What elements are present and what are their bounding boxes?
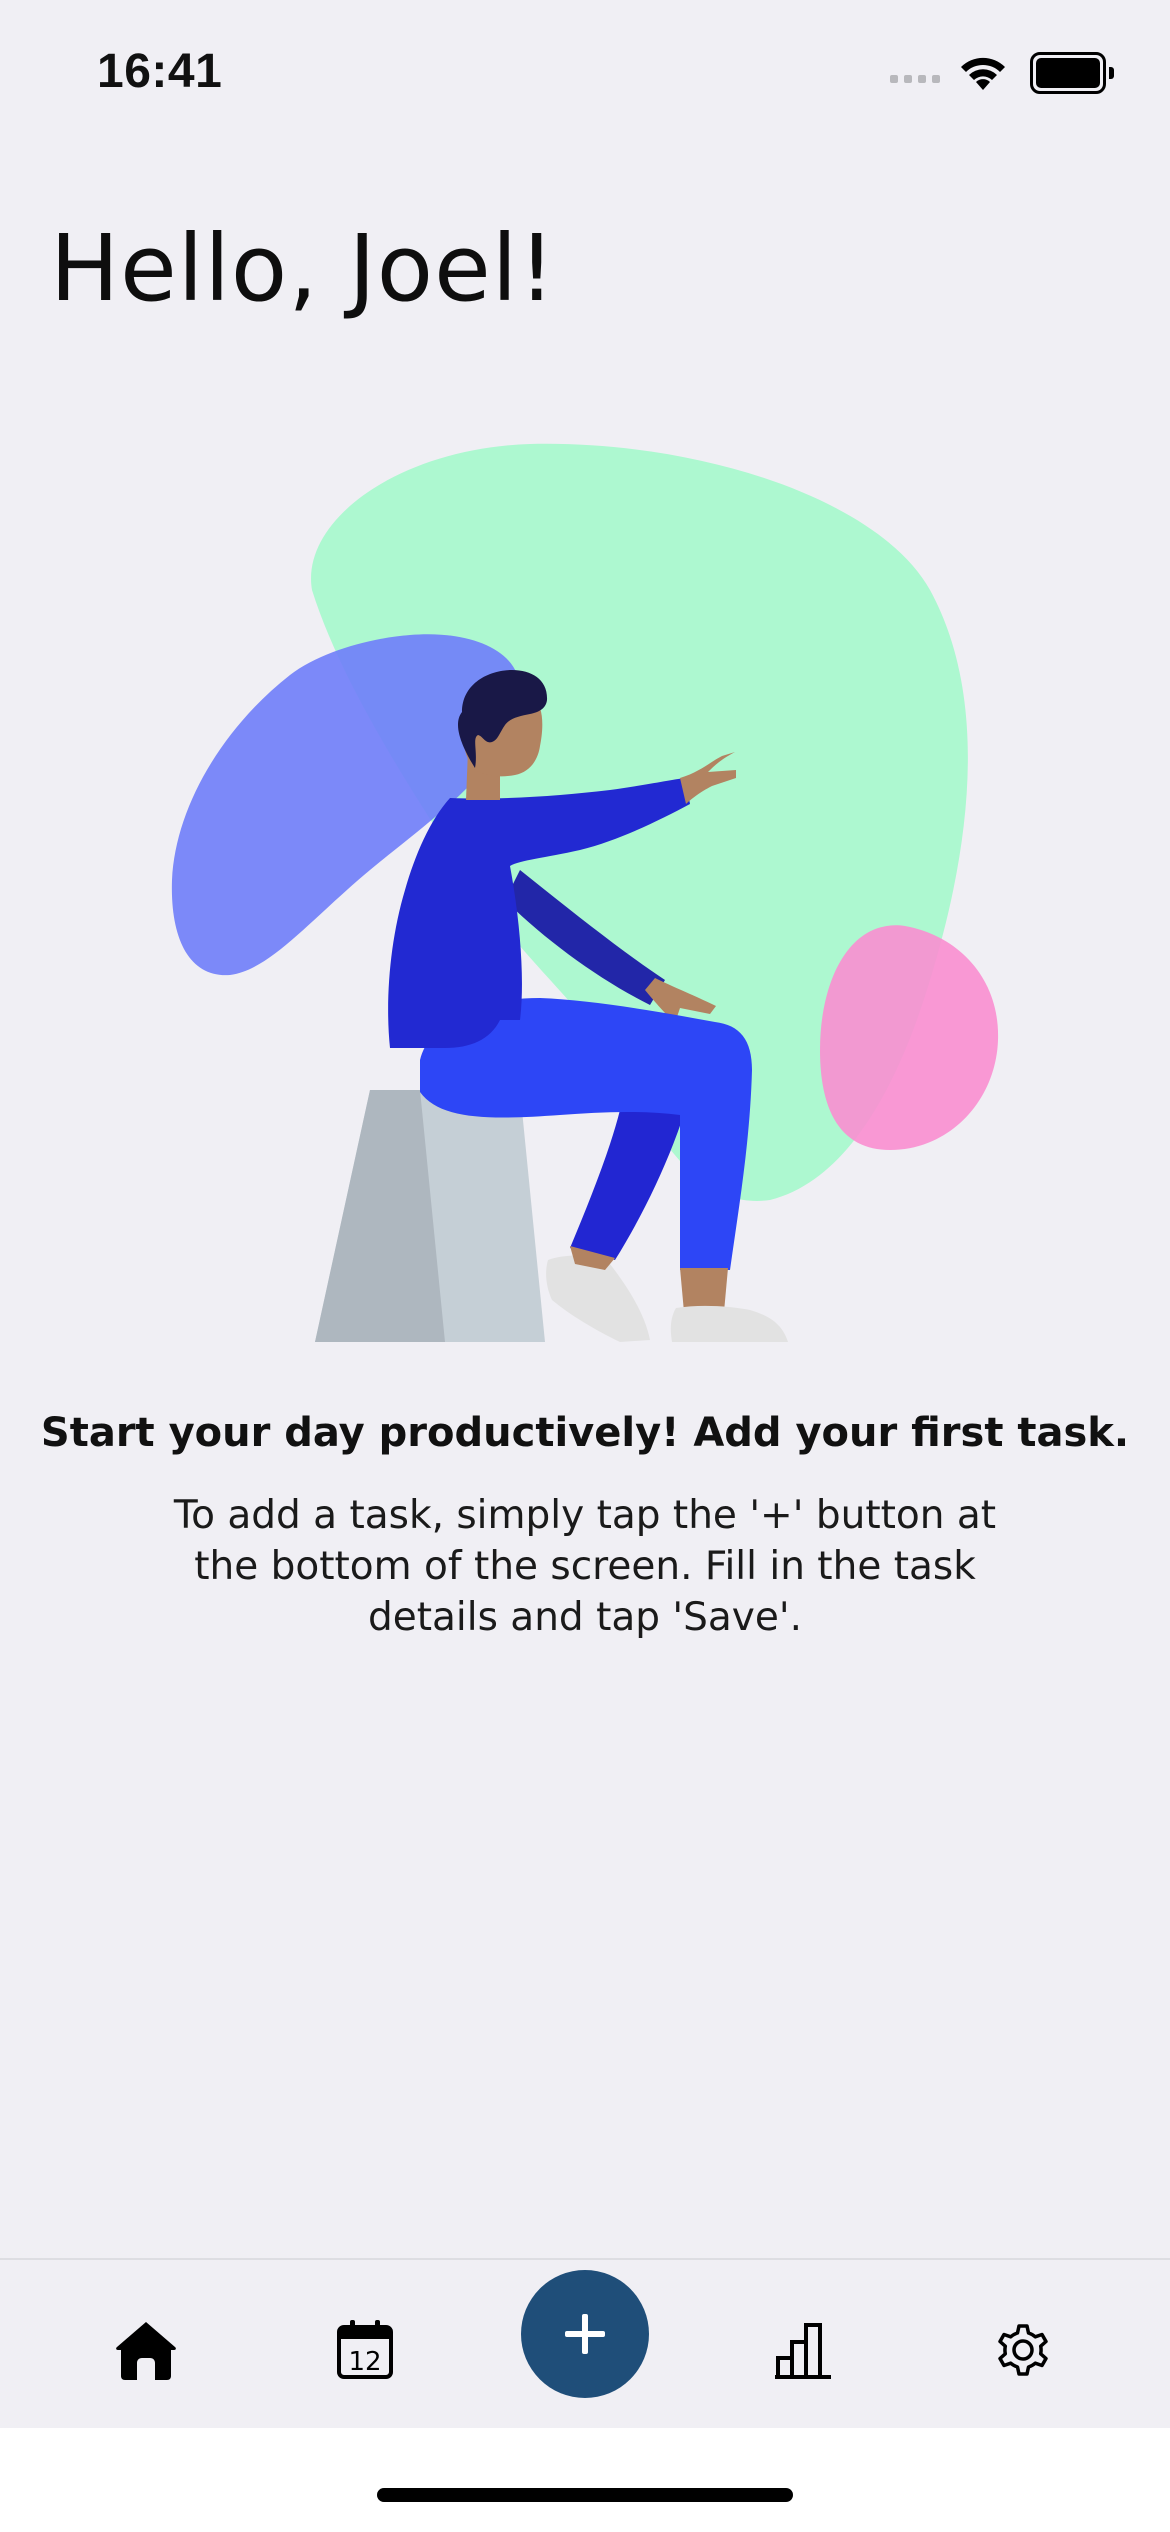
back-leg (570, 1090, 682, 1260)
front-shoe (670, 1305, 788, 1342)
add-task-button[interactable] (521, 2270, 649, 2398)
empty-state-line: the bottom of the screen. Fill in the ta… (194, 1544, 976, 1589)
plus-icon (565, 2314, 605, 2354)
status-bar: 16:41 (0, 0, 1170, 150)
home-indicator[interactable] (377, 2488, 793, 2502)
tab-calendar[interactable]: 12 (325, 2310, 405, 2390)
tab-settings[interactable] (983, 2310, 1063, 2390)
tab-home[interactable] (106, 2310, 186, 2390)
status-time: 16:41 (97, 45, 223, 98)
status-icons (890, 52, 1114, 94)
bar-chart-icon (775, 2323, 831, 2379)
person-sitting-pointing-illustration (171, 443, 999, 1342)
pink-blob (820, 925, 999, 1150)
greeting-title: Hello, Joel! (50, 215, 557, 322)
gear-icon (998, 2324, 1048, 2376)
battery-icon (1030, 52, 1114, 94)
wifi-icon (961, 57, 1005, 90)
empty-state-line: To add a task, simply tap the '+' button… (173, 1493, 997, 1538)
empty-state-description: To add a task, simply tap the '+' button… (135, 1490, 1035, 1643)
home-icon (116, 2322, 176, 2380)
tab-bar: 12 (0, 2258, 1170, 2430)
calendar-day-number: 12 (348, 2347, 381, 2377)
empty-state-line: details and tap 'Save'. (367, 1595, 802, 1640)
calendar-icon: 12 (337, 2320, 393, 2379)
front-ankle (680, 1268, 728, 1312)
cellular-signal-icon (890, 75, 940, 83)
tab-statistics[interactable] (763, 2310, 843, 2390)
empty-state-title: Start your day productively! Add your fi… (40, 1410, 1130, 1456)
home-indicator-area (0, 2428, 1170, 2532)
